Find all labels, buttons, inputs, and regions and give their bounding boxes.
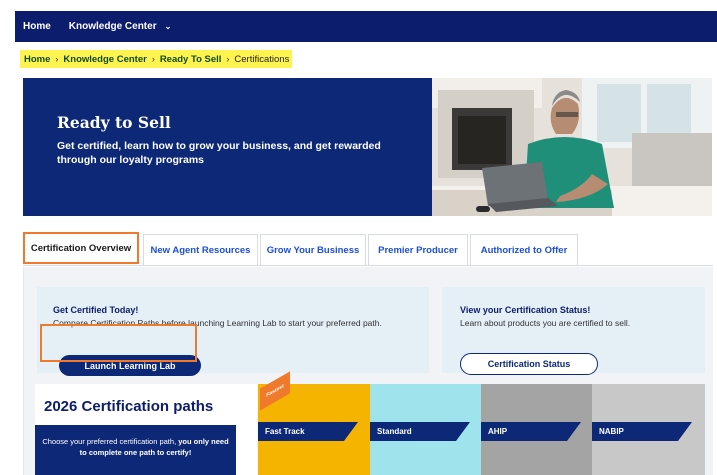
breadcrumb-ready-to-sell[interactable]: Ready To Sell (160, 54, 222, 65)
certification-paths-section: 2026 Certification paths Choose your pre… (35, 371, 705, 475)
breadcrumb-separator: › (55, 54, 59, 64)
nav-home-link[interactable]: Home (23, 21, 51, 32)
man-with-laptop-illustration (432, 78, 712, 216)
tab-grow-your-business[interactable]: Grow Your Business (260, 234, 366, 265)
breadcrumb-knowledge-center[interactable]: Knowledge Center (63, 54, 146, 65)
breadcrumb-current: Certifications (234, 53, 290, 65)
path-nabip[interactable]: NABIP (592, 384, 705, 475)
certification-paths-intro: 2026 Certification paths Choose your pre… (35, 384, 257, 475)
tab-bar: Certification Overview New Agent Resourc… (23, 232, 713, 266)
nav-knowledge-center-label: Knowledge Center (68, 21, 157, 32)
top-navigation-bar: Home Knowledge Center ⌄ (15, 11, 717, 42)
hero-subtitle: Get certified, learn how to grow your bu… (57, 140, 381, 166)
path-standard[interactable]: Standard (370, 384, 481, 475)
paths-note-text: Choose your preferred certification path… (42, 437, 179, 446)
path-fast-track-label: Fast Track (258, 422, 358, 441)
certification-paths-note: Choose your preferred certification path… (35, 425, 236, 475)
certification-paths-title: 2026 Certification paths (44, 398, 214, 415)
tab-authorized-to-offer[interactable]: Authorized to Offer (470, 234, 578, 265)
certification-status-card: View your Certification Status! Learn ab… (442, 287, 705, 375)
certification-status-title: View your Certification Status! (460, 305, 591, 315)
get-certified-title: Get Certified Today! (53, 305, 139, 315)
breadcrumb-home[interactable]: Home (24, 54, 50, 65)
certification-status-button[interactable]: Certification Status (460, 353, 598, 375)
nav-knowledge-center-menu[interactable]: Knowledge Center ⌄ (69, 21, 172, 32)
tab-certification-overview[interactable]: Certification Overview (23, 232, 139, 264)
path-standard-label: Standard (370, 422, 470, 441)
breadcrumb-separator: › (151, 54, 155, 64)
tab-premier-producer[interactable]: Premier Producer (368, 234, 468, 265)
path-fast-track[interactable]: Fastest Fast Track (258, 371, 370, 475)
breadcrumb: Home › Knowledge Center › Ready To Sell … (20, 50, 292, 68)
certification-status-description: Learn about products you are certified t… (460, 318, 631, 328)
hero-banner: Ready to Sell Get certified, learn how t… (23, 78, 432, 216)
path-ahip-label: AHIP (481, 422, 581, 441)
hero-title: Ready to Sell (57, 113, 171, 132)
tab-new-agent-resources[interactable]: New Agent Resources (143, 234, 258, 265)
hero-photo (432, 78, 712, 216)
launch-button-highlight (40, 324, 197, 362)
chevron-down-icon: ⌄ (164, 22, 172, 31)
path-nabip-label: NABIP (592, 422, 692, 441)
path-ahip[interactable]: AHIP (481, 384, 592, 475)
breadcrumb-separator: › (226, 54, 230, 64)
